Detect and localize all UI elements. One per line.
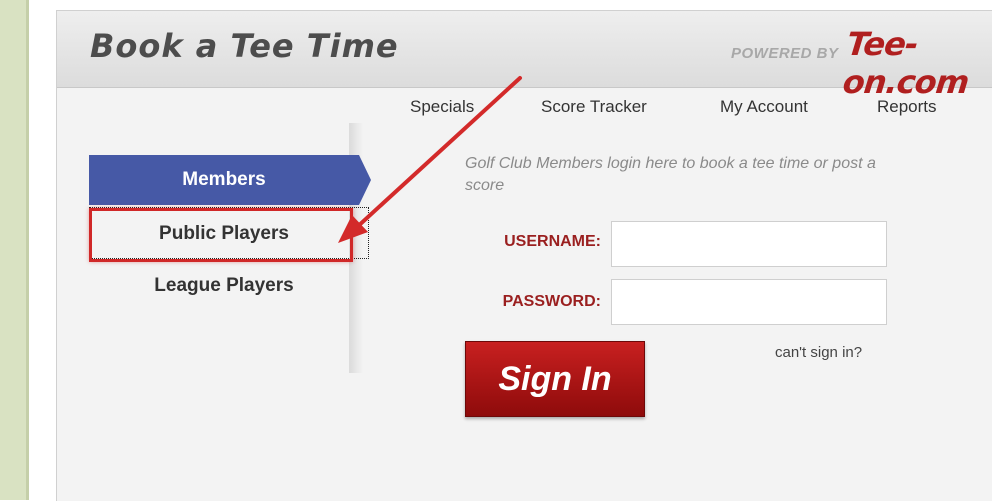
- powered-by-label: POWERED BY: [731, 45, 839, 62]
- nav-score-tracker[interactable]: Score Tracker: [541, 97, 647, 117]
- sidebar-item-members[interactable]: Members: [89, 155, 371, 205]
- username-label: USERNAME:: [504, 233, 601, 250]
- nav-specials[interactable]: Specials: [410, 97, 474, 117]
- tee-on-logo: Tee-on.com: [841, 25, 971, 101]
- password-label: PASSWORD:: [502, 293, 601, 310]
- sign-in-button[interactable]: Sign In: [465, 341, 645, 417]
- nav-my-account[interactable]: My Account: [720, 97, 808, 117]
- password-field[interactable]: [611, 279, 887, 325]
- active-pointer-icon: [359, 155, 371, 205]
- annotation-highlight-box: [89, 208, 353, 262]
- left-border-strip: [0, 0, 29, 500]
- cant-sign-in-link[interactable]: can't sign in?: [775, 344, 862, 361]
- sidebar-item-label: League Players: [154, 275, 294, 296]
- header-bar: Book a Tee Time POWERED BY Tee-on.com: [57, 11, 992, 101]
- nav-reports[interactable]: Reports: [877, 97, 937, 117]
- login-intro-text: Golf Club Members login here to book a t…: [465, 155, 876, 194]
- username-field[interactable]: [611, 221, 887, 267]
- sidebar-item-label: Members: [182, 169, 266, 190]
- tee-time-panel: Book a Tee Time POWERED BY Tee-on.com Sp…: [56, 10, 992, 501]
- page-title: Book a Tee Time: [90, 27, 399, 65]
- sidebar-item-league-players[interactable]: League Players: [89, 261, 359, 311]
